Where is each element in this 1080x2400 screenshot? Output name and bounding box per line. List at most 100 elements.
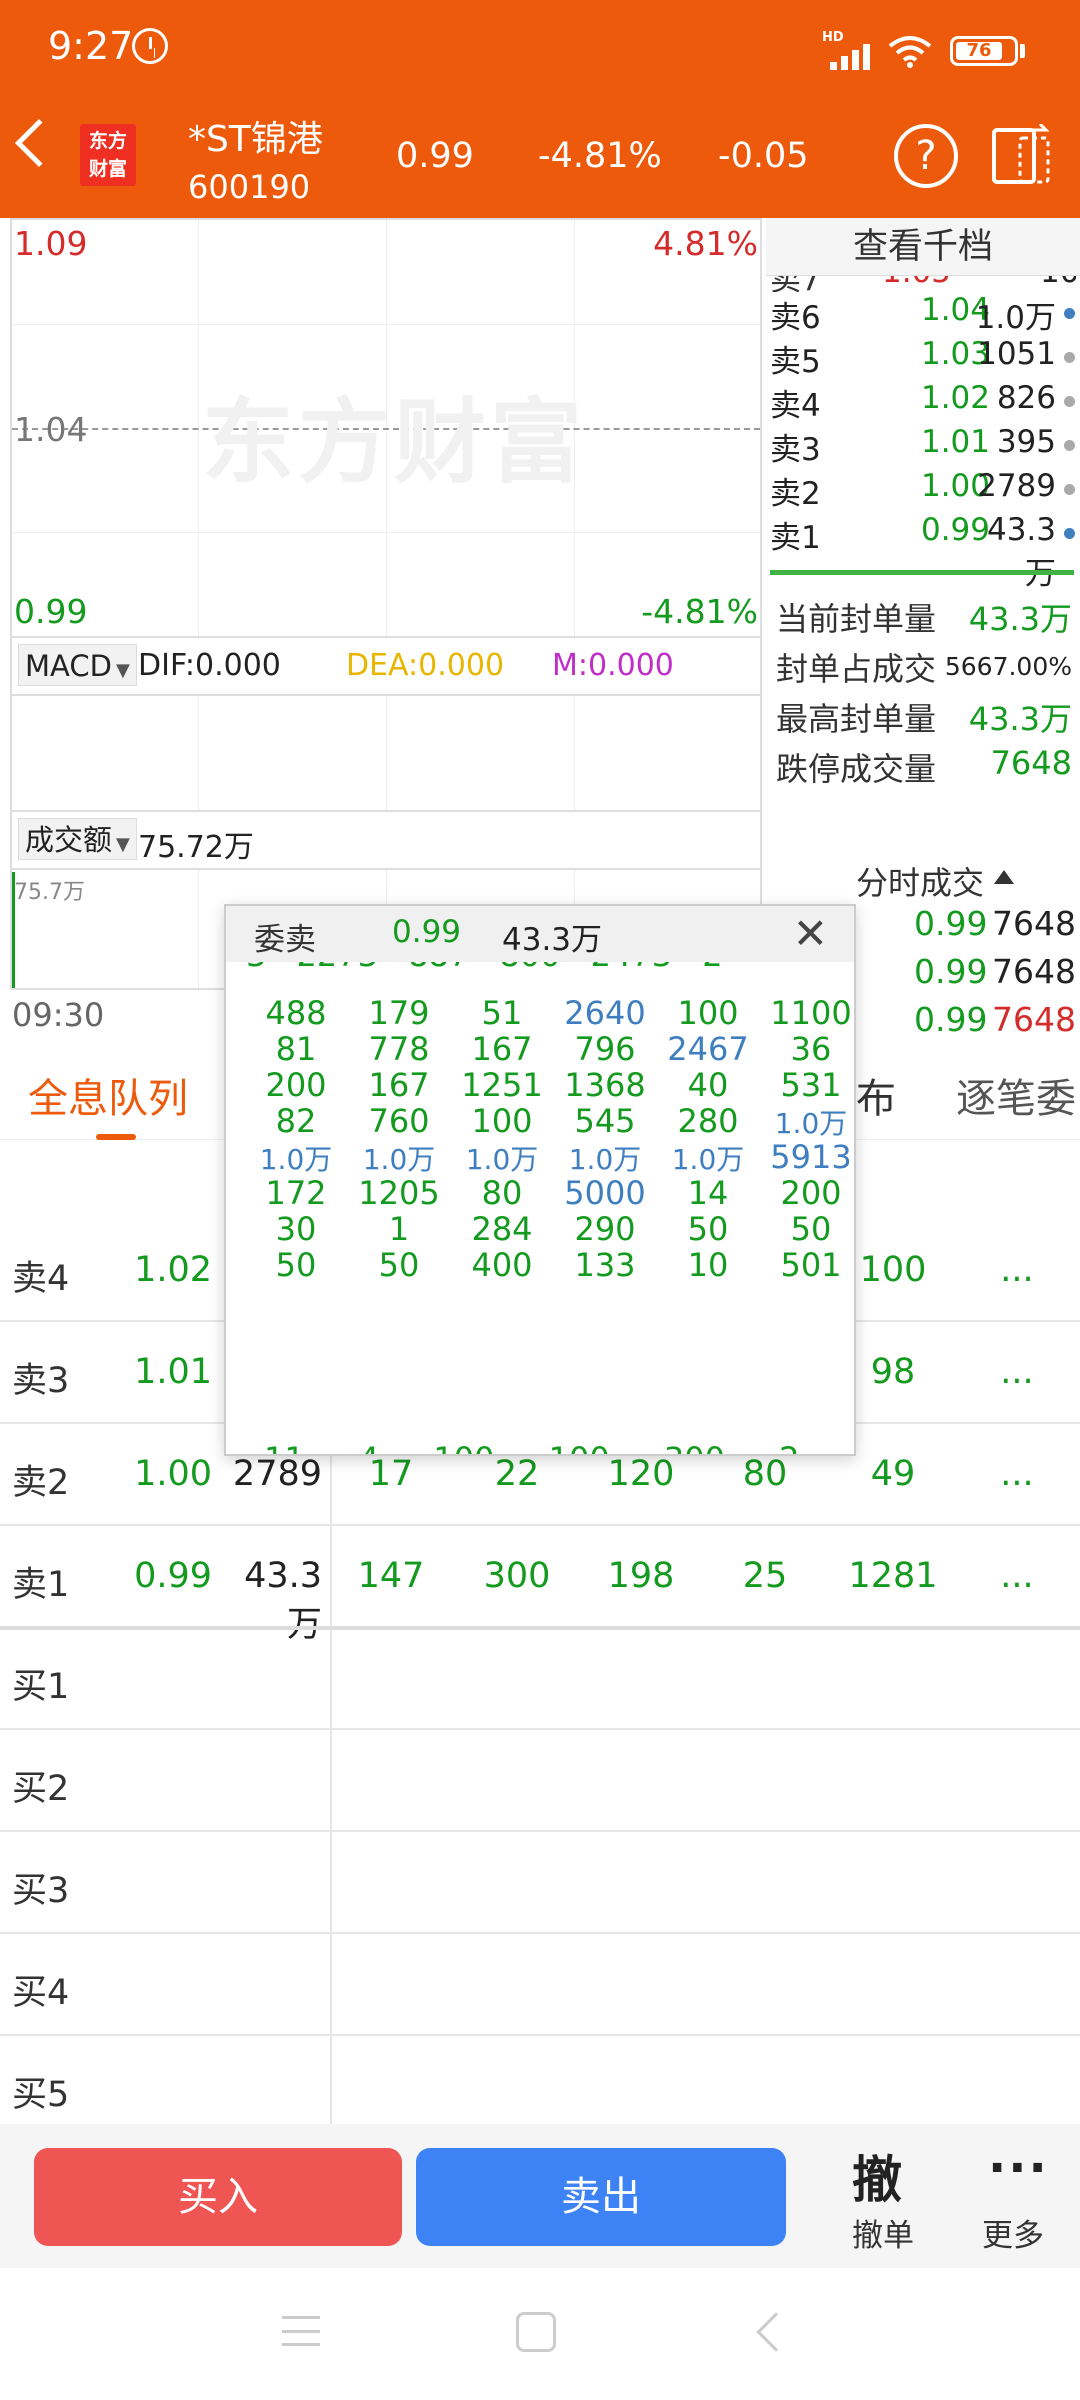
chevron-down-icon: ▼ xyxy=(115,660,130,681)
triangle-up-icon[interactable] xyxy=(994,870,1014,884)
app-logo: 东方 财富 xyxy=(80,124,136,186)
tab-order-by-order[interactable]: 逐笔委 xyxy=(956,1066,1076,1124)
seal-stat-row: 当前封单量 43.3万 xyxy=(776,594,1072,644)
seal-stat-row: 跌停成交量 7648 xyxy=(776,744,1072,794)
popup-order-cell: 1.0万 xyxy=(671,1143,745,1176)
popup-order-cell: 531 xyxy=(780,1066,842,1104)
stat-value: 43.3万 xyxy=(968,600,1072,638)
popup-order-cell: 51 xyxy=(481,994,523,1032)
queue-order-cell: 17 xyxy=(368,1454,414,1494)
dot-icon xyxy=(1064,484,1075,495)
ask-level-label: 卖3 xyxy=(770,432,821,468)
popup-order-cell: 1100 xyxy=(770,994,852,1032)
ask-queue-popup[interactable]: 委卖 0.99 43.3万 ✕ 488 179 51 2640 100 1100 81 778… xyxy=(224,904,856,1456)
order-book-row[interactable]: 卖4 1.02 826 xyxy=(770,380,1080,424)
macd-dea: DEA:0.000 xyxy=(346,648,505,683)
tick-row: 0.99 7648 xyxy=(900,904,1076,952)
dot-icon xyxy=(1064,308,1075,319)
queue-row[interactable]: 买4 xyxy=(0,1934,1080,2036)
tab-full-queue[interactable]: 全息队列 xyxy=(28,1066,188,1124)
tick-row: 0.99 7648 xyxy=(900,1000,1076,1048)
pct-bottom-label: -4.81% xyxy=(641,592,758,631)
order-book-row[interactable]: 卖6 1.04 1.0万 xyxy=(770,292,1080,336)
queue-row[interactable]: 买1 xyxy=(0,1628,1080,1730)
indicator-select[interactable]: MACD ▼ xyxy=(18,644,137,686)
popup-order-cell: 100 xyxy=(471,1102,533,1140)
stat-label: 跌停成交量 xyxy=(776,750,937,788)
more-icon[interactable]: ··· xyxy=(988,2140,1049,2196)
popup-order-cell: 100 xyxy=(677,994,739,1032)
alarm-icon xyxy=(132,28,168,64)
view-thousand-levels-button[interactable]: 查看千档 xyxy=(766,218,1080,276)
cancel-order-label[interactable]: 撤单 xyxy=(852,2210,914,2255)
cancel-order-icon[interactable]: 撤 xyxy=(852,2140,902,2212)
queue-level-label: 买1 xyxy=(12,1667,70,1707)
macd-header: MACD ▼ DIF:0.000 DEA:0.000 M:0.000 xyxy=(10,638,762,694)
queue-order-cell: 49 xyxy=(870,1454,916,1494)
queue-bid-ask-separator xyxy=(0,1626,1080,1630)
pct-top-label: 4.81% xyxy=(653,224,758,263)
order-book-separator xyxy=(770,570,1074,575)
home-icon[interactable] xyxy=(516,2312,556,2352)
ask-volume: 2789 xyxy=(977,468,1056,504)
queue-more-icon[interactable]: ... xyxy=(962,1556,1072,1596)
queue-more-icon[interactable]: ... xyxy=(962,1250,1072,1290)
popup-order-cell: 2640 xyxy=(564,994,646,1032)
battery-tip xyxy=(1020,44,1025,58)
queue-order-cell: 198 xyxy=(607,1556,675,1596)
help-icon[interactable]: ? xyxy=(894,124,958,188)
popup-title: 委卖 xyxy=(254,922,316,958)
tick-row: 0.99 7648 xyxy=(900,952,1076,1000)
order-book-row[interactable]: 卖3 1.01 395 xyxy=(770,424,1080,468)
ask-volume: 1.0万 xyxy=(975,300,1056,336)
queue-level-label: 买2 xyxy=(12,1769,70,1809)
queue-more-icon[interactable]: ... xyxy=(962,1454,1072,1494)
order-book-row[interactable]: 卖10.9943.3万 xyxy=(770,512,1080,592)
order-book-row[interactable]: 卖5 1.03 1051 xyxy=(770,336,1080,380)
stat-value: 43.3万 xyxy=(968,700,1072,738)
seal-stat-row: 封单占成交 5667.00% xyxy=(776,644,1072,694)
popup-order-cell: 82 xyxy=(275,1102,317,1140)
indicator-select-label: MACD xyxy=(25,649,112,683)
popup-order-cell: 30 xyxy=(275,1210,317,1248)
popup-clipped-top-row: 3 2273 887 800 2473 2 xyxy=(226,962,854,976)
popup-order-cell: 796 xyxy=(574,1030,636,1068)
popup-order-cell: 50 xyxy=(378,1246,420,1284)
close-icon[interactable]: ✕ xyxy=(793,913,828,955)
ask-volume: 826 xyxy=(996,380,1056,416)
popup-order-cell: 81 xyxy=(275,1030,317,1068)
volume-header: 成交额 ▼ 75.72万 xyxy=(10,812,762,868)
queue-row[interactable]: 卖1 0.99 43.3万 147 300 198 25 1281... xyxy=(0,1526,1080,1645)
dot-icon xyxy=(1064,528,1075,539)
popup-order-cell: 200 xyxy=(265,1066,327,1104)
switch-layout-icon[interactable] xyxy=(990,124,1054,188)
queue-price: 1.01 xyxy=(134,1352,212,1392)
popup-price: 0.99 xyxy=(392,914,462,950)
queue-row[interactable]: 买5 xyxy=(0,2036,1080,2138)
chevron-down-icon: ▼ xyxy=(116,834,130,855)
watermark: 东方财富 xyxy=(202,389,587,496)
queue-order-cell: 300 xyxy=(483,1556,551,1596)
order-book-row[interactable]: 卖2 1.00 2789 xyxy=(770,468,1080,512)
intraday-chart[interactable]: 东方财富 1.09 1.04 0.99 4.81% -4.81% xyxy=(10,218,762,638)
popup-header: 委卖 0.99 43.3万 ✕ xyxy=(226,906,854,962)
popup-order-cell: 10 xyxy=(687,1246,729,1284)
popup-order-cell: 179 xyxy=(368,994,430,1032)
queue-row[interactable]: 买2 xyxy=(0,1730,1080,1832)
volume-select[interactable]: 成交额 ▼ xyxy=(18,818,137,860)
buy-button[interactable]: 买入 xyxy=(34,2148,402,2246)
tick-price: 0.99 xyxy=(914,952,988,991)
popup-order-cell: 2467 xyxy=(667,1030,749,1068)
more-label[interactable]: 更多 xyxy=(982,2210,1044,2255)
ask-level-label: 卖1 xyxy=(770,520,821,556)
queue-more-icon[interactable]: ... xyxy=(962,1352,1072,1392)
recents-icon[interactable] xyxy=(282,2316,320,2346)
sell-button[interactable]: 卖出 xyxy=(416,2148,786,2246)
popup-order-cell: 1.0万 xyxy=(259,1143,333,1176)
tick-trades-header[interactable]: 分时成交 xyxy=(856,858,984,904)
tab-distribution[interactable]: 布 xyxy=(856,1066,896,1124)
queue-row[interactable]: 买3 xyxy=(0,1832,1080,1934)
macd-panel[interactable] xyxy=(10,694,762,812)
popup-order-cell: 80 xyxy=(481,1174,523,1212)
queue-price: 1.00 xyxy=(134,1454,212,1494)
